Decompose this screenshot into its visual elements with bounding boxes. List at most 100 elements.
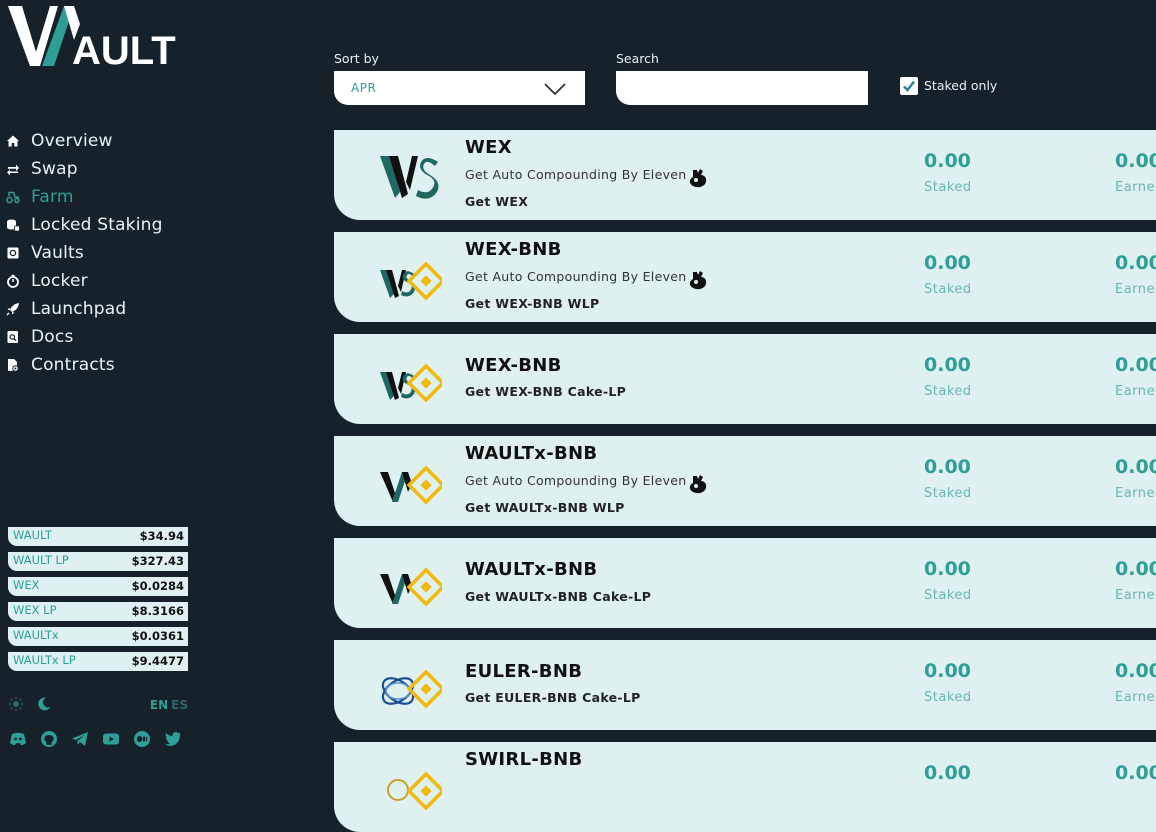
farm-get-link[interactable]: Get WEX-BNB WLP — [465, 296, 599, 311]
language-en[interactable]: EN — [150, 698, 168, 712]
bnb-icon — [406, 465, 446, 505]
farm-card[interactable]: SWIRL-BNB 0.00 0.00 — [334, 742, 1156, 832]
farm-title: WAULTx-BNB — [465, 443, 598, 464]
stopwatch-icon — [6, 274, 20, 288]
wex-bnb-pair-icon — [378, 250, 446, 306]
language-es[interactable]: ES — [171, 698, 188, 712]
sidebar-item-label: Vaults — [31, 243, 84, 263]
farm-title: WEX — [465, 137, 512, 158]
farm-title: EULER-BNB — [465, 661, 583, 682]
earned-label: Earned — [1115, 486, 1156, 501]
staked-value: 0.00 — [924, 456, 971, 478]
eleven-icon[interactable] — [687, 167, 709, 189]
staked-value: 0.00 — [924, 354, 971, 376]
earned-label: Earned — [1115, 690, 1156, 705]
sidebar-item-label: Overview — [31, 131, 113, 151]
earned-value: 0.00 — [1115, 762, 1156, 784]
telegram-icon[interactable] — [70, 730, 89, 748]
farm-card[interactable]: WAULTx-BNB Get Auto Compounding By Eleve… — [334, 436, 1156, 526]
sort-selected-value: APR — [351, 81, 377, 95]
price-row-wault-lp: WAULT LP $327.43 — [8, 552, 188, 571]
checkmark-icon — [903, 80, 915, 92]
staked-label: Staked — [924, 384, 972, 399]
swap-icon — [6, 162, 20, 176]
earned-label: Earned — [1115, 384, 1156, 399]
farm-title: WEX-BNB — [465, 239, 562, 260]
farm-get-link[interactable]: Get WAULTx-BNB Cake-LP — [465, 589, 651, 604]
earned-value: 0.00 — [1115, 456, 1156, 478]
docs-icon — [6, 330, 20, 344]
price-row-waultx: WAULTx $0.0361 — [8, 627, 188, 646]
farm-card[interactable]: WEX-BNB Get Auto Compounding By Eleven G… — [334, 232, 1156, 322]
staked-value: 0.00 — [924, 558, 971, 580]
bnb-icon — [406, 771, 446, 811]
youtube-icon[interactable] — [101, 730, 120, 748]
staked-label: Staked — [924, 486, 972, 501]
staked-label: Staked — [924, 180, 972, 195]
staked-value: 0.00 — [924, 660, 971, 682]
discord-icon[interactable] — [8, 730, 27, 748]
farm-card[interactable]: WEX-BNB Get WEX-BNB Cake-LP 0.00 Staked … — [334, 334, 1156, 424]
euler-bnb-pair-icon — [378, 658, 446, 714]
sidebar-item-locked-staking[interactable]: Locked Staking — [6, 211, 163, 239]
staked-only-checkbox[interactable] — [900, 77, 918, 95]
sidebar-item-label: Locked Staking — [31, 215, 163, 235]
farm-get-link[interactable]: Get WEX — [465, 194, 528, 209]
sidebar-item-farm[interactable]: Farm — [6, 183, 163, 211]
price-row-wault: WAULT $34.94 — [8, 527, 188, 546]
coins-lock-icon — [6, 218, 20, 232]
wault-logo[interactable]: AULT — [6, 0, 186, 73]
theme-language-row: EN ES — [8, 696, 188, 714]
sidebar-item-label: Swap — [31, 159, 78, 179]
moon-icon[interactable] — [36, 696, 52, 712]
sidebar-item-contracts[interactable]: Contracts — [6, 351, 163, 379]
twitter-icon[interactable] — [163, 730, 182, 748]
medium-icon[interactable] — [132, 730, 151, 748]
language-switcher: EN ES — [150, 698, 188, 712]
rocket-icon — [6, 302, 20, 316]
sidebar-item-label: Locker — [31, 271, 88, 291]
earned-value: 0.00 — [1115, 150, 1156, 172]
earned-value: 0.00 — [1115, 252, 1156, 274]
sidebar-item-launchpad[interactable]: Launchpad — [6, 295, 163, 323]
farm-icon — [6, 190, 20, 204]
farm-get-link[interactable]: Get WEX-BNB Cake-LP — [465, 384, 626, 399]
github-icon[interactable] — [39, 730, 58, 748]
token-price-list: WAULT $34.94 WAULT LP $327.43 WEX $0.0284 W… — [8, 527, 188, 677]
bnb-icon — [406, 363, 446, 403]
sidebar-item-vaults[interactable]: Vaults — [6, 239, 163, 267]
staked-label: Staked — [924, 690, 972, 705]
price-row-wex: WEX $0.0284 — [8, 577, 188, 596]
farm-get-link[interactable]: Get EULER-BNB Cake-LP — [465, 690, 641, 705]
swirl-bnb-pair-icon — [378, 760, 446, 816]
staked-label: Staked — [924, 588, 972, 603]
sidebar-item-locker[interactable]: Locker — [6, 267, 163, 295]
earned-value: 0.00 — [1115, 558, 1156, 580]
chevron-down-icon — [543, 81, 567, 97]
staked-value: 0.00 — [924, 762, 971, 784]
sidebar-item-docs[interactable]: Docs — [6, 323, 163, 351]
farm-subtitle: Get Auto Compounding By Eleven — [465, 167, 687, 182]
price-row-wex-lp: WEX LP $8.3166 — [8, 602, 188, 621]
eleven-icon[interactable] — [687, 269, 709, 291]
wex-bnb-pair-icon — [378, 352, 446, 408]
sort-select[interactable]: APR — [334, 71, 585, 105]
farm-title: WAULTx-BNB — [465, 559, 598, 580]
staked-only-label[interactable]: Staked only — [924, 78, 997, 93]
staked-value: 0.00 — [924, 150, 971, 172]
farm-title: WEX-BNB — [465, 355, 562, 376]
farm-card[interactable]: WEX Get Auto Compounding By Eleven Get W… — [334, 130, 1156, 220]
sidebar-item-label: Launchpad — [31, 299, 127, 319]
sun-icon[interactable] — [8, 696, 24, 712]
earned-label: Earned — [1115, 180, 1156, 195]
sidebar-item-swap[interactable]: Swap — [6, 155, 163, 183]
staked-value: 0.00 — [924, 252, 971, 274]
earned-value: 0.00 — [1115, 660, 1156, 682]
search-input[interactable] — [616, 71, 868, 105]
sidebar-item-overview[interactable]: Overview — [6, 127, 163, 155]
farm-card[interactable]: WAULTx-BNB Get WAULTx-BNB Cake-LP 0.00 S… — [334, 538, 1156, 628]
earned-label: Earned — [1115, 588, 1156, 603]
farm-card[interactable]: EULER-BNB Get EULER-BNB Cake-LP 0.00 Sta… — [334, 640, 1156, 730]
eleven-icon[interactable] — [687, 473, 709, 495]
farm-get-link[interactable]: Get WAULTx-BNB WLP — [465, 500, 625, 515]
